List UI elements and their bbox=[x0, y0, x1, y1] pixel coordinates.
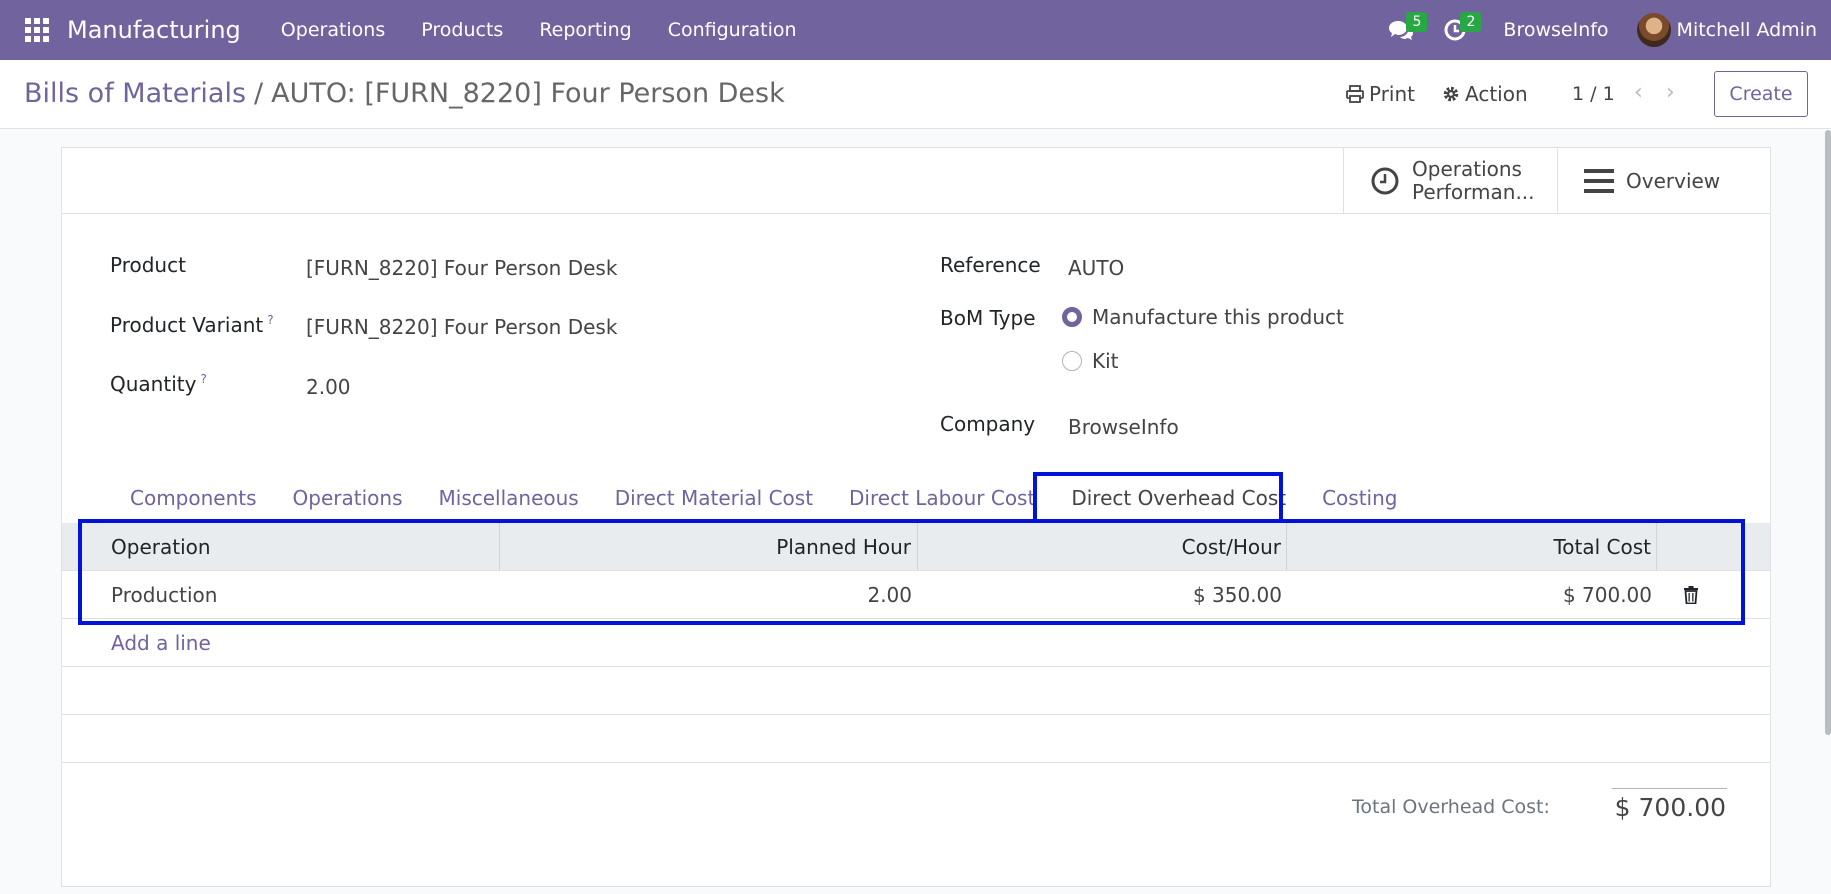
create-button[interactable]: Create bbox=[1714, 71, 1808, 117]
tab-miscellaneous[interactable]: Miscellaneous bbox=[421, 473, 597, 523]
smart-button-box: Operations Performan... Overview bbox=[62, 148, 1770, 214]
operations-performance-button[interactable]: Operations Performan... bbox=[1343, 148, 1557, 213]
breadcrumb-current-record: AUTO: [FURN_8220] Four Person Desk bbox=[271, 78, 785, 109]
pager-next-icon[interactable]: › bbox=[1666, 80, 1675, 105]
column-actions bbox=[1657, 523, 1770, 570]
pager-previous-icon[interactable]: ‹ bbox=[1634, 80, 1643, 105]
table-header: Operation Planned Hour Cost/Hour Total C… bbox=[62, 523, 1770, 571]
add-line-link[interactable]: Add a line bbox=[111, 631, 211, 655]
empty-row bbox=[62, 667, 1770, 715]
product-variant-label: Product Variant? bbox=[110, 313, 274, 337]
tab-components[interactable]: Components bbox=[112, 473, 275, 523]
quantity-label: Quantity? bbox=[110, 372, 207, 396]
clock-icon bbox=[1371, 167, 1399, 194]
pager-value[interactable]: 1 / 1 bbox=[1572, 83, 1615, 105]
quantity-field[interactable]: 2.00 bbox=[306, 375, 351, 399]
table-row[interactable]: Production 2.00 $ 350.00 $ 700.00 bbox=[62, 571, 1770, 619]
breadcrumb-bills-of-materials[interactable]: Bills of Materials bbox=[24, 78, 246, 109]
add-line-row: Add a line bbox=[62, 619, 1770, 667]
overhead-cost-table: Operation Planned Hour Cost/Hour Total C… bbox=[62, 523, 1770, 763]
breadcrumb: Bills of Materials / AUTO: [FURN_8220] F… bbox=[24, 78, 785, 109]
bars-icon bbox=[1584, 168, 1614, 193]
bom-type-label: BoM Type bbox=[940, 306, 1036, 330]
print-icon bbox=[1346, 85, 1364, 103]
cell-planned-hour: 2.00 bbox=[867, 582, 912, 607]
systray: 5 2 BrowseInfo Mitchell Admin bbox=[1381, 0, 1817, 60]
overview-label: Overview bbox=[1626, 168, 1721, 193]
total-overhead-cost-value: $ 700.00 bbox=[1614, 793, 1726, 822]
help-tooltip-icon[interactable]: ? bbox=[267, 313, 273, 327]
column-total-cost[interactable]: Total Cost bbox=[1287, 523, 1657, 570]
radio-checked-icon bbox=[1062, 307, 1082, 327]
app-name[interactable]: Manufacturing bbox=[67, 16, 241, 44]
tab-costing[interactable]: Costing bbox=[1304, 473, 1415, 523]
user-name: Mitchell Admin bbox=[1676, 19, 1817, 41]
operations-performance-label-line2: Performan... bbox=[1412, 179, 1535, 204]
column-planned-hour[interactable]: Planned Hour bbox=[500, 523, 918, 570]
cell-operation: Production bbox=[111, 582, 218, 607]
product-variant-field[interactable]: [FURN_8220] Four Person Desk bbox=[306, 315, 617, 339]
menu-products[interactable]: Products bbox=[403, 19, 521, 41]
cell-cost-hour: $ 350.00 bbox=[1192, 582, 1282, 607]
scrollbar[interactable] bbox=[1825, 130, 1831, 735]
notebook-tabs: Components Operations Miscellaneous Dire… bbox=[62, 473, 1770, 523]
form-sheet: Operations Performan... Overview Product… bbox=[61, 147, 1771, 887]
trash-icon[interactable] bbox=[1683, 585, 1699, 604]
bom-type-kit-radio[interactable]: Kit bbox=[1062, 349, 1119, 373]
product-field[interactable]: [FURN_8220] Four Person Desk bbox=[306, 256, 617, 280]
bom-type-manufacture-radio[interactable]: Manufacture this product bbox=[1062, 305, 1344, 329]
messages-count-badge: 5 bbox=[1406, 12, 1428, 32]
cell-delete bbox=[1657, 571, 1770, 618]
tab-direct-material-cost[interactable]: Direct Material Cost bbox=[597, 473, 831, 523]
menu-reporting[interactable]: Reporting bbox=[521, 19, 649, 41]
activities-button[interactable]: 2 bbox=[1435, 0, 1482, 60]
company-switcher[interactable]: BrowseInfo bbox=[1503, 19, 1608, 41]
action-button[interactable]: Action bbox=[1442, 82, 1528, 106]
gear-icon bbox=[1443, 86, 1459, 102]
company-label: Company bbox=[940, 412, 1036, 436]
company-field[interactable]: BrowseInfo bbox=[1068, 415, 1179, 439]
product-label: Product bbox=[110, 253, 186, 277]
tab-direct-overhead-cost[interactable]: Direct Overhead Cost bbox=[1053, 473, 1304, 523]
overview-button[interactable]: Overview bbox=[1557, 148, 1770, 213]
messages-button[interactable]: 5 bbox=[1381, 0, 1428, 60]
column-operation[interactable]: Operation bbox=[62, 523, 500, 570]
bom-type-manufacture-label: Manufacture this product bbox=[1092, 305, 1344, 329]
breadcrumb-separator: / bbox=[254, 78, 264, 109]
help-tooltip-icon[interactable]: ? bbox=[200, 372, 206, 386]
apps-menu-icon[interactable] bbox=[25, 18, 49, 42]
reference-field[interactable]: AUTO bbox=[1068, 256, 1124, 280]
operations-performance-label-line1: Operations bbox=[1412, 156, 1522, 181]
tab-direct-labour-cost[interactable]: Direct Labour Cost bbox=[831, 473, 1053, 523]
top-navbar: Manufacturing Operations Products Report… bbox=[0, 0, 1831, 60]
bom-type-kit-label: Kit bbox=[1092, 349, 1119, 373]
activities-count-badge: 2 bbox=[1460, 12, 1482, 32]
cell-total-cost: $ 700.00 bbox=[1562, 582, 1652, 607]
print-button[interactable]: Print bbox=[1346, 82, 1415, 106]
reference-label: Reference bbox=[940, 253, 1041, 277]
menu-operations[interactable]: Operations bbox=[263, 19, 403, 41]
user-menu[interactable]: Mitchell Admin bbox=[1636, 13, 1817, 47]
main-menu: Operations Products Reporting Configurat… bbox=[263, 19, 815, 41]
print-label: Print bbox=[1369, 82, 1416, 106]
avatar bbox=[1636, 13, 1671, 47]
tab-operations[interactable]: Operations bbox=[275, 473, 421, 523]
control-panel: Bills of Materials / AUTO: [FURN_8220] F… bbox=[0, 60, 1831, 129]
empty-row bbox=[62, 715, 1770, 763]
action-label: Action bbox=[1465, 82, 1528, 106]
menu-configuration[interactable]: Configuration bbox=[650, 19, 815, 41]
column-cost-hour[interactable]: Cost/Hour bbox=[918, 523, 1287, 570]
total-divider bbox=[1612, 788, 1727, 789]
total-overhead-cost-label: Total Overhead Cost: bbox=[1352, 796, 1550, 818]
radio-unchecked-icon bbox=[1062, 351, 1082, 371]
